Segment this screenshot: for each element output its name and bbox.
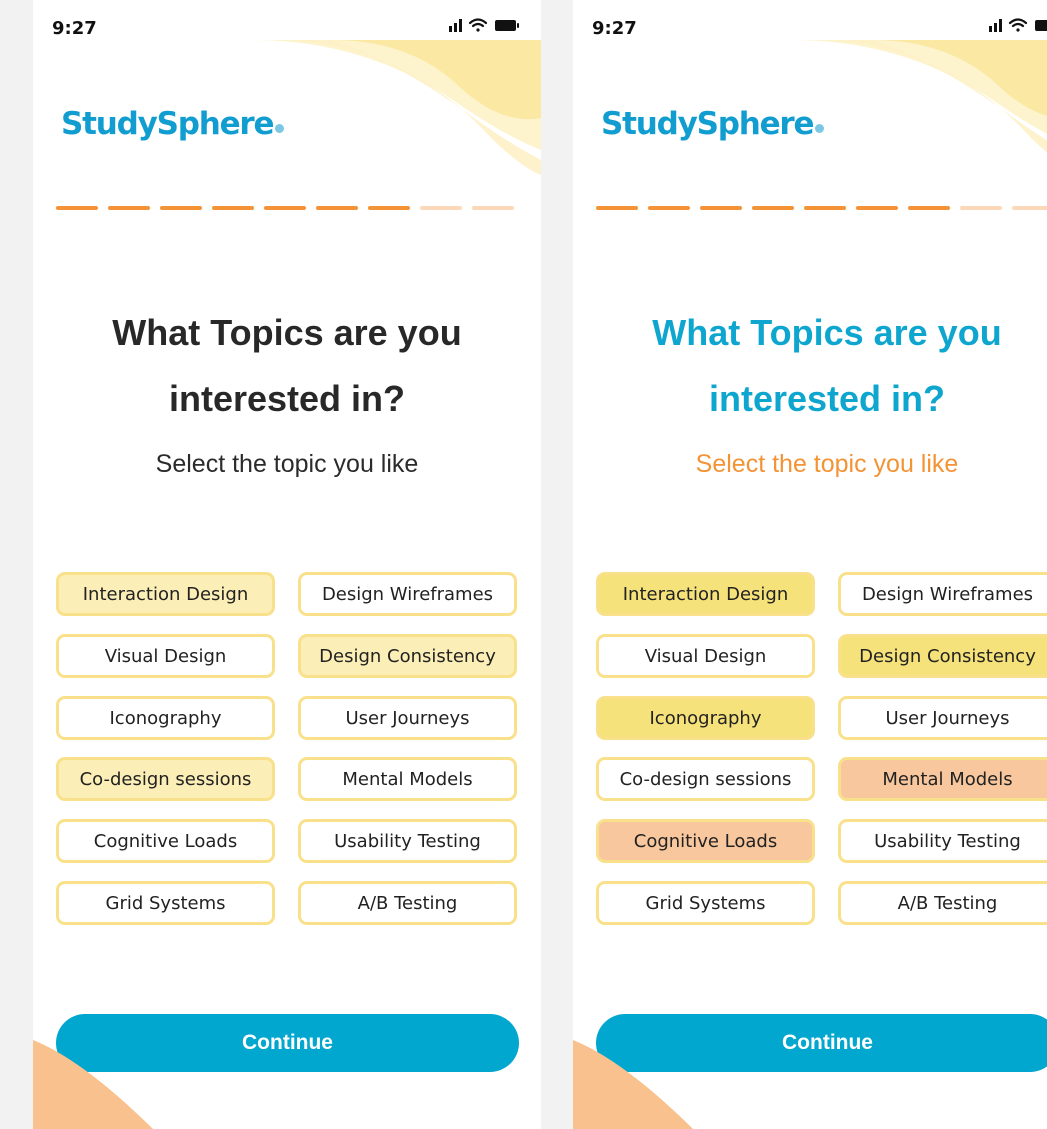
- topic-chip[interactable]: Visual Design: [596, 634, 815, 678]
- decorative-wave-bottom: [573, 1040, 693, 1129]
- page-title-line1: What Topics are you: [112, 312, 462, 353]
- wifi-icon: [468, 18, 488, 32]
- topic-chip[interactable]: Usability Testing: [838, 819, 1047, 863]
- topic-chip[interactable]: Design Consistency: [838, 634, 1047, 678]
- topic-chip[interactable]: Grid Systems: [596, 881, 815, 925]
- topic-chip[interactable]: Mental Models: [838, 757, 1047, 801]
- topic-chip[interactable]: Visual Design: [56, 634, 275, 678]
- progress-step: [108, 206, 150, 210]
- topic-chip[interactable]: Grid Systems: [56, 881, 275, 925]
- logo-dot: [275, 124, 285, 133]
- status-time: 9:27: [52, 18, 97, 39]
- battery-icon: [1035, 20, 1047, 31]
- progress-step: [316, 206, 358, 210]
- topic-chip[interactable]: Design Wireframes: [298, 572, 517, 616]
- logo-text: StudySphere: [61, 106, 275, 142]
- progress-step: [648, 206, 690, 210]
- page-title-line2: interested in?: [168, 378, 406, 419]
- decorative-wave-top: [793, 40, 1047, 153]
- topic-chip[interactable]: Interaction Design: [56, 572, 275, 616]
- topic-chip[interactable]: Cognitive Loads: [596, 819, 815, 863]
- topic-chip[interactable]: Interaction Design: [596, 572, 815, 616]
- status-icons: [989, 18, 1047, 32]
- topic-chip[interactable]: Iconography: [56, 696, 275, 740]
- progress-step: [856, 206, 898, 210]
- signal-icon: [449, 19, 462, 32]
- progress-step: [960, 206, 1002, 210]
- app-logo: StudySphere: [61, 106, 285, 142]
- page-subtitle: Select the topic you like: [695, 450, 959, 478]
- topic-chip[interactable]: Cognitive Loads: [56, 819, 275, 863]
- progress-step: [752, 206, 794, 210]
- progress-step: [1012, 206, 1047, 210]
- progress-step: [596, 206, 638, 210]
- status-time: 9:27: [592, 18, 637, 39]
- progress-step: [368, 206, 410, 210]
- logo-text: StudySphere: [601, 106, 815, 142]
- progress-step: [160, 206, 202, 210]
- battery-icon: [495, 20, 519, 31]
- progress-step: [420, 206, 462, 210]
- wifi-icon: [1008, 18, 1028, 32]
- progress-step: [804, 206, 846, 210]
- topic-chip[interactable]: User Journeys: [838, 696, 1047, 740]
- topic-chip[interactable]: A/B Testing: [298, 881, 517, 925]
- topic-chip[interactable]: Iconography: [596, 696, 815, 740]
- app-logo: StudySphere: [601, 106, 825, 142]
- page-title-line2: interested in?: [708, 378, 946, 419]
- status-icons: [449, 18, 519, 32]
- topic-chip[interactable]: Mental Models: [298, 757, 517, 801]
- topic-chip[interactable]: Design Consistency: [298, 634, 517, 678]
- topic-chip[interactable]: Co-design sessions: [596, 757, 815, 801]
- progress-step: [700, 206, 742, 210]
- progress-step: [212, 206, 254, 210]
- progress-step: [264, 206, 306, 210]
- page-title-line1: What Topics are you: [652, 312, 1002, 353]
- topic-chip[interactable]: Usability Testing: [298, 819, 517, 863]
- progress-step: [56, 206, 98, 210]
- decorative-wave-bottom: [33, 1040, 153, 1129]
- progress-step: [472, 206, 514, 210]
- topic-chip[interactable]: User Journeys: [298, 696, 517, 740]
- topic-chip[interactable]: Design Wireframes: [838, 572, 1047, 616]
- phone-screen-right: 9:27 StudySphere What Topics are you int…: [573, 0, 1047, 1129]
- page-subtitle: Select the topic you like: [155, 450, 419, 478]
- progress-step: [908, 206, 950, 210]
- phone-screen-left: 9:27 StudySphere What Topics are you int…: [33, 0, 541, 1129]
- topic-chip[interactable]: A/B Testing: [838, 881, 1047, 925]
- logo-dot: [815, 124, 825, 133]
- signal-icon: [989, 19, 1002, 32]
- topic-chip[interactable]: Co-design sessions: [56, 757, 275, 801]
